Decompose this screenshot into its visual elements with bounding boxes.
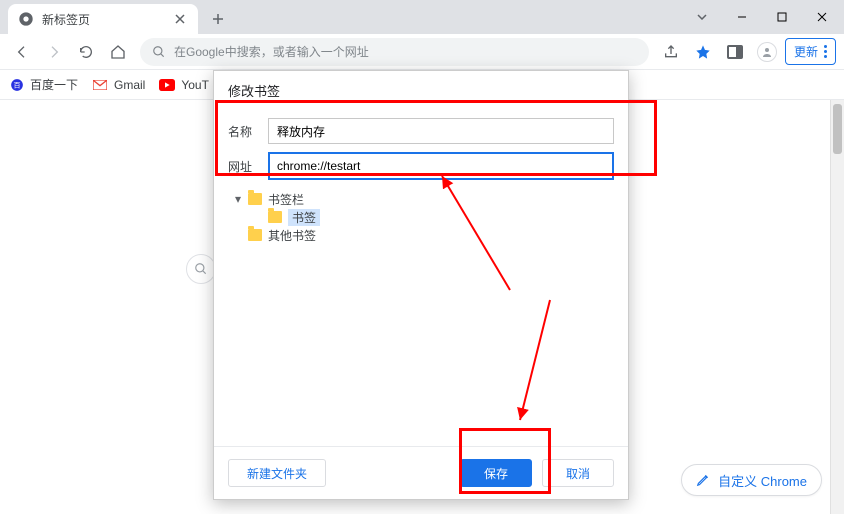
name-input[interactable]: [268, 118, 614, 144]
collapse-icon[interactable]: ▾: [232, 192, 244, 206]
chrome-favicon: [18, 11, 34, 27]
omnibox-placeholder: 在Google中搜索，或者输入一个网址: [174, 43, 369, 60]
new-tab-button[interactable]: [204, 5, 232, 33]
new-folder-button[interactable]: 新建文件夹: [228, 459, 326, 487]
bookmark-label: YouT: [181, 78, 209, 92]
save-button[interactable]: 保存: [460, 459, 532, 487]
edit-bookmark-dialog: 修改书签 名称 网址 ▾ 书签栏 书签 其他书签: [213, 70, 629, 500]
cancel-button[interactable]: 取消: [542, 459, 614, 487]
tab-strip: 新标签页: [0, 0, 844, 34]
maximize-button[interactable]: [764, 3, 800, 31]
name-row: 名称: [228, 118, 614, 144]
bookmark-item-baidu[interactable]: 百 百度一下: [10, 76, 78, 93]
baidu-icon: 百: [10, 78, 24, 92]
tree-root-row[interactable]: ▾ 书签栏: [228, 190, 614, 208]
browser-tab[interactable]: 新标签页: [8, 4, 198, 34]
new-folder-label: 新建文件夹: [247, 465, 307, 482]
menu-dots-icon: [824, 45, 827, 58]
bookmark-item-gmail[interactable]: Gmail: [92, 78, 145, 92]
bookmark-star-icon[interactable]: [689, 38, 717, 66]
home-button[interactable]: [104, 38, 132, 66]
minimize-button[interactable]: [724, 3, 760, 31]
bookmark-item-youtube[interactable]: YouT: [159, 78, 209, 92]
folder-icon: [248, 229, 262, 241]
forward-button[interactable]: [40, 38, 68, 66]
save-label: 保存: [484, 465, 508, 482]
customize-label: 自定义 Chrome: [718, 471, 807, 490]
side-panel-button[interactable]: [721, 38, 749, 66]
reload-button[interactable]: [72, 38, 100, 66]
dialog-title: 修改书签: [214, 71, 628, 110]
tree-other-row[interactable]: 其他书签: [228, 226, 614, 244]
toolbar: 在Google中搜索，或者输入一个网址 更新: [0, 34, 844, 70]
tab-title: 新标签页: [42, 11, 164, 28]
folder-icon: [248, 193, 262, 205]
window-controls: [684, 0, 840, 34]
folder-tree: ▾ 书签栏 书签 其他书签: [228, 190, 614, 244]
folder-icon: [268, 211, 282, 223]
tree-selected-row[interactable]: 书签: [228, 208, 614, 226]
url-input[interactable]: [268, 152, 614, 180]
update-button[interactable]: 更新: [785, 38, 836, 65]
share-icon[interactable]: [657, 38, 685, 66]
close-tab-icon[interactable]: [172, 11, 188, 27]
omnibox[interactable]: 在Google中搜索，或者输入一个网址: [140, 38, 649, 66]
vertical-scrollbar[interactable]: [830, 100, 844, 514]
tree-other-label: 其他书签: [268, 227, 316, 244]
dropdown-icon[interactable]: [684, 3, 720, 31]
name-label: 名称: [228, 123, 258, 140]
ntp-search-fragment: [186, 254, 216, 284]
profile-button[interactable]: [753, 38, 781, 66]
search-icon: [152, 45, 166, 59]
update-label: 更新: [794, 43, 818, 60]
back-button[interactable]: [8, 38, 36, 66]
tree-root-label: 书签栏: [268, 191, 304, 208]
url-label: 网址: [228, 158, 258, 175]
tree-selected-label: 书签: [288, 209, 320, 226]
customize-chrome-button[interactable]: 自定义 Chrome: [681, 464, 822, 496]
bookmark-label: Gmail: [114, 78, 145, 92]
gmail-icon: [92, 79, 108, 91]
close-window-button[interactable]: [804, 3, 840, 31]
scrollbar-thumb[interactable]: [833, 104, 842, 154]
svg-text:百: 百: [14, 81, 21, 89]
youtube-icon: [159, 79, 175, 91]
bookmark-label: 百度一下: [30, 76, 78, 93]
dialog-footer: 新建文件夹 保存 取消: [214, 446, 628, 499]
cancel-label: 取消: [566, 465, 590, 482]
url-row: 网址: [228, 152, 614, 180]
pencil-icon: [696, 473, 710, 487]
dialog-body: 名称 网址 ▾ 书签栏 书签 其他书签: [214, 110, 628, 446]
